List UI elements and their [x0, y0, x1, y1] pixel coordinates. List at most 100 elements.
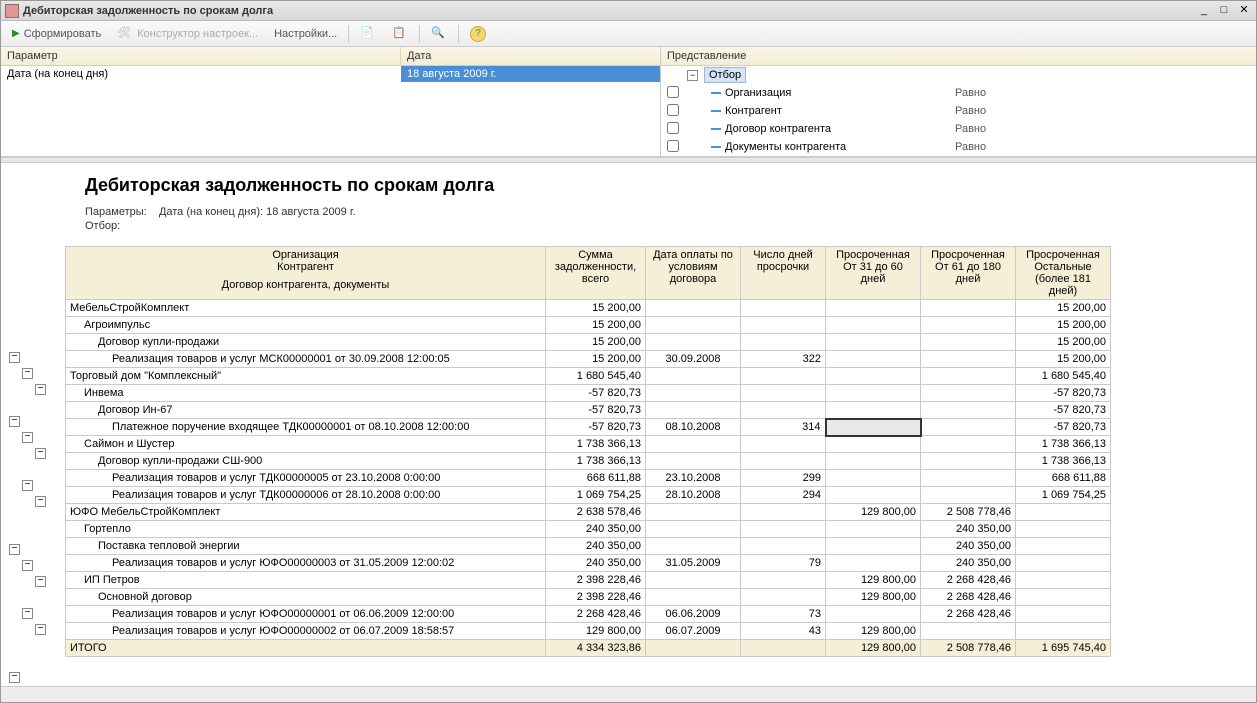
- settings-button[interactable]: Настройки...: [267, 25, 344, 43]
- param-header-name: Параметр: [1, 47, 401, 65]
- tool-icon-2[interactable]: 📋: [385, 23, 415, 45]
- filter-row[interactable]: Организация Равно: [661, 84, 1256, 102]
- tree-collapse-icon[interactable]: −: [9, 672, 20, 683]
- close-button[interactable]: ✕: [1236, 4, 1252, 18]
- table-row[interactable]: МебельСтройКомплект15 200,0015 200,00: [66, 300, 1111, 317]
- report-parameters: Параметры: Дата (на конец дня): 18 авгус…: [65, 206, 1256, 246]
- col-paydate: Дата оплаты по условиям договора: [646, 247, 741, 300]
- app-icon: [5, 4, 19, 18]
- tree-collapse-icon[interactable]: −: [22, 608, 33, 619]
- toolbar-separator: [458, 25, 459, 43]
- filter-row[interactable]: КонтрагентРавно: [661, 102, 1256, 120]
- filter-checkbox[interactable]: [667, 104, 679, 116]
- table-row[interactable]: Реализация товаров и услуг ЮФО00000001 о…: [66, 606, 1111, 623]
- filter-header: Представление: [661, 47, 1256, 66]
- table-row[interactable]: Инвема-57 820,73-57 820,73: [66, 385, 1111, 402]
- table-row[interactable]: Договор купли-продажи СШ-9001 738 366,13…: [66, 453, 1111, 470]
- param-header-date: Дата: [401, 47, 660, 65]
- help-button[interactable]: ?: [463, 23, 493, 45]
- params-label: Параметры:: [85, 206, 147, 218]
- table-row[interactable]: Поставка тепловой энергии240 350,00240 3…: [66, 538, 1111, 555]
- tree-collapse-icon[interactable]: −: [22, 432, 33, 443]
- parameters-region: Параметр Дата Дата (на конец дня) 18 авг…: [1, 47, 1256, 157]
- parameters-panel: Параметр Дата Дата (на конец дня) 18 авг…: [1, 47, 661, 156]
- tool-icon-3[interactable]: 🔍: [424, 23, 454, 45]
- tree-collapse-icon[interactable]: −: [9, 352, 20, 363]
- tree-collapse-icon[interactable]: −: [35, 576, 46, 587]
- col-sum: Сумма задолженности, всего: [546, 247, 646, 300]
- table-row[interactable]: Реализация товаров и услуг ЮФО00000002 о…: [66, 623, 1111, 640]
- form-button[interactable]: ▶Сформировать: [5, 25, 108, 43]
- report-title: Дебиторская задолженность по срокам долг…: [65, 167, 1256, 206]
- collapse-icon[interactable]: −: [687, 70, 698, 81]
- minimize-button[interactable]: _: [1196, 4, 1212, 18]
- tree-collapse-icon[interactable]: −: [35, 496, 46, 507]
- table-row[interactable]: Агроимпульс15 200,0015 200,00: [66, 317, 1111, 334]
- filter-dash-icon: [711, 146, 721, 148]
- filter-row[interactable]: Документы контрагента Равно: [661, 138, 1256, 156]
- table-row[interactable]: Гортепло240 350,00240 350,00: [66, 521, 1111, 538]
- filter-label: Организация: [725, 87, 791, 99]
- tree-collapse-icon[interactable]: −: [22, 368, 33, 379]
- title-bar: Дебиторская задолженность по срокам долг…: [1, 1, 1256, 21]
- table-row[interactable]: Реализация товаров и услуг ТДК00000005 о…: [66, 470, 1111, 487]
- tree-collapse-icon[interactable]: −: [9, 416, 20, 427]
- filter-label: Отбор:: [85, 220, 1236, 232]
- table-row[interactable]: Договор купли-продажи15 200,0015 200,00: [66, 334, 1111, 351]
- table-row[interactable]: Реализация товаров и услуг МСК00000001 о…: [66, 351, 1111, 368]
- table-row[interactable]: ИП Петров2 398 228,46129 800,002 268 428…: [66, 572, 1111, 589]
- maximize-button[interactable]: □: [1216, 4, 1232, 18]
- filter-checkbox[interactable]: [667, 140, 679, 152]
- app-window: Дебиторская задолженность по срокам долг…: [0, 0, 1257, 703]
- filter-row[interactable]: Договор контрагента Равно: [661, 120, 1256, 138]
- parameter-row[interactable]: Дата (на конец дня) 18 августа 2009 г.: [1, 66, 660, 82]
- tree-collapse-icon[interactable]: −: [22, 480, 33, 491]
- tree-collapse-icon[interactable]: −: [22, 560, 33, 571]
- table-row[interactable]: Реализация товаров и услуг ТДК00000006 о…: [66, 487, 1111, 504]
- parameters-header: Параметр Дата: [1, 47, 660, 66]
- tool-icon-1[interactable]: 📄: [353, 23, 383, 45]
- toolbar-separator: [419, 25, 420, 43]
- filter-dash-icon: [711, 92, 721, 94]
- filter-label: Договор контрагента: [725, 123, 831, 135]
- table-row[interactable]: Основной договор2 398 228,46129 800,002 …: [66, 589, 1111, 606]
- window-title: Дебиторская задолженность по срокам долг…: [23, 5, 1196, 17]
- table-row[interactable]: Договор Ин-67-57 820,73-57 820,73: [66, 402, 1111, 419]
- tree-gutter: −−−−−−−−−−−−−−: [5, 167, 65, 657]
- filter-label: Документы контрагента: [725, 141, 846, 153]
- table-row[interactable]: Платежное поручение входящее ТДК00000001…: [66, 419, 1111, 436]
- tree-collapse-icon[interactable]: −: [35, 448, 46, 459]
- filter-root[interactable]: Отбор: [704, 67, 746, 83]
- filter-condition: Равно: [955, 123, 1256, 135]
- tree-collapse-icon[interactable]: −: [9, 544, 20, 555]
- filter-panel: Представление −Отбор Организация Равно Конт…: [661, 47, 1256, 156]
- col-org: Организация Контрагент Договор контраген…: [66, 247, 546, 300]
- filter-condition: Равно: [955, 87, 1256, 99]
- filter-condition: Равно: [955, 141, 1256, 153]
- table-row[interactable]: Саймон и Шустер1 738 366,131 738 366,13: [66, 436, 1111, 453]
- filter-label: Контрагент: [725, 105, 782, 117]
- col-days: Число дней просрочки: [741, 247, 826, 300]
- col-ov31: Просроченная От 31 до 60 дней: [826, 247, 921, 300]
- filter-checkbox[interactable]: [667, 122, 679, 134]
- total-row: ИТОГО4 334 323,86129 800,002 508 778,461…: [66, 640, 1111, 657]
- horizontal-scrollbar[interactable]: [1, 686, 1256, 702]
- filter-dash-icon: [711, 110, 721, 112]
- table-row[interactable]: Торговый дом "Комплексный"1 680 545,401 …: [66, 368, 1111, 385]
- report-table: Организация Контрагент Договор контраген…: [65, 246, 1111, 657]
- toolbar-separator: [348, 25, 349, 43]
- toolbar: ▶Сформировать 🛠Конструктор настроек... Н…: [1, 21, 1256, 47]
- constructor-button[interactable]: 🛠Конструктор настроек...: [110, 23, 265, 45]
- filter-dash-icon: [711, 128, 721, 130]
- tree-collapse-icon[interactable]: −: [35, 384, 46, 395]
- params-value: Дата (на конец дня): 18 августа 2009 г.: [159, 206, 356, 218]
- col-ovrest: Просроченная Остальные (более 181 дней): [1016, 247, 1111, 300]
- filter-checkbox[interactable]: [667, 86, 679, 98]
- tree-collapse-icon[interactable]: −: [35, 624, 46, 635]
- table-row[interactable]: ЮФО МебельСтройКомплект2 638 578,46129 8…: [66, 504, 1111, 521]
- table-row[interactable]: Реализация товаров и услуг ЮФО00000003 о…: [66, 555, 1111, 572]
- parameter-value-selected[interactable]: 18 августа 2009 г.: [401, 66, 660, 82]
- parameter-name: Дата (на конец дня): [1, 66, 401, 82]
- col-ov61: Просроченная От 61 до 180 дней: [921, 247, 1016, 300]
- report-area[interactable]: −−−−−−−−−−−−−− Дебиторская задолженность…: [1, 163, 1256, 686]
